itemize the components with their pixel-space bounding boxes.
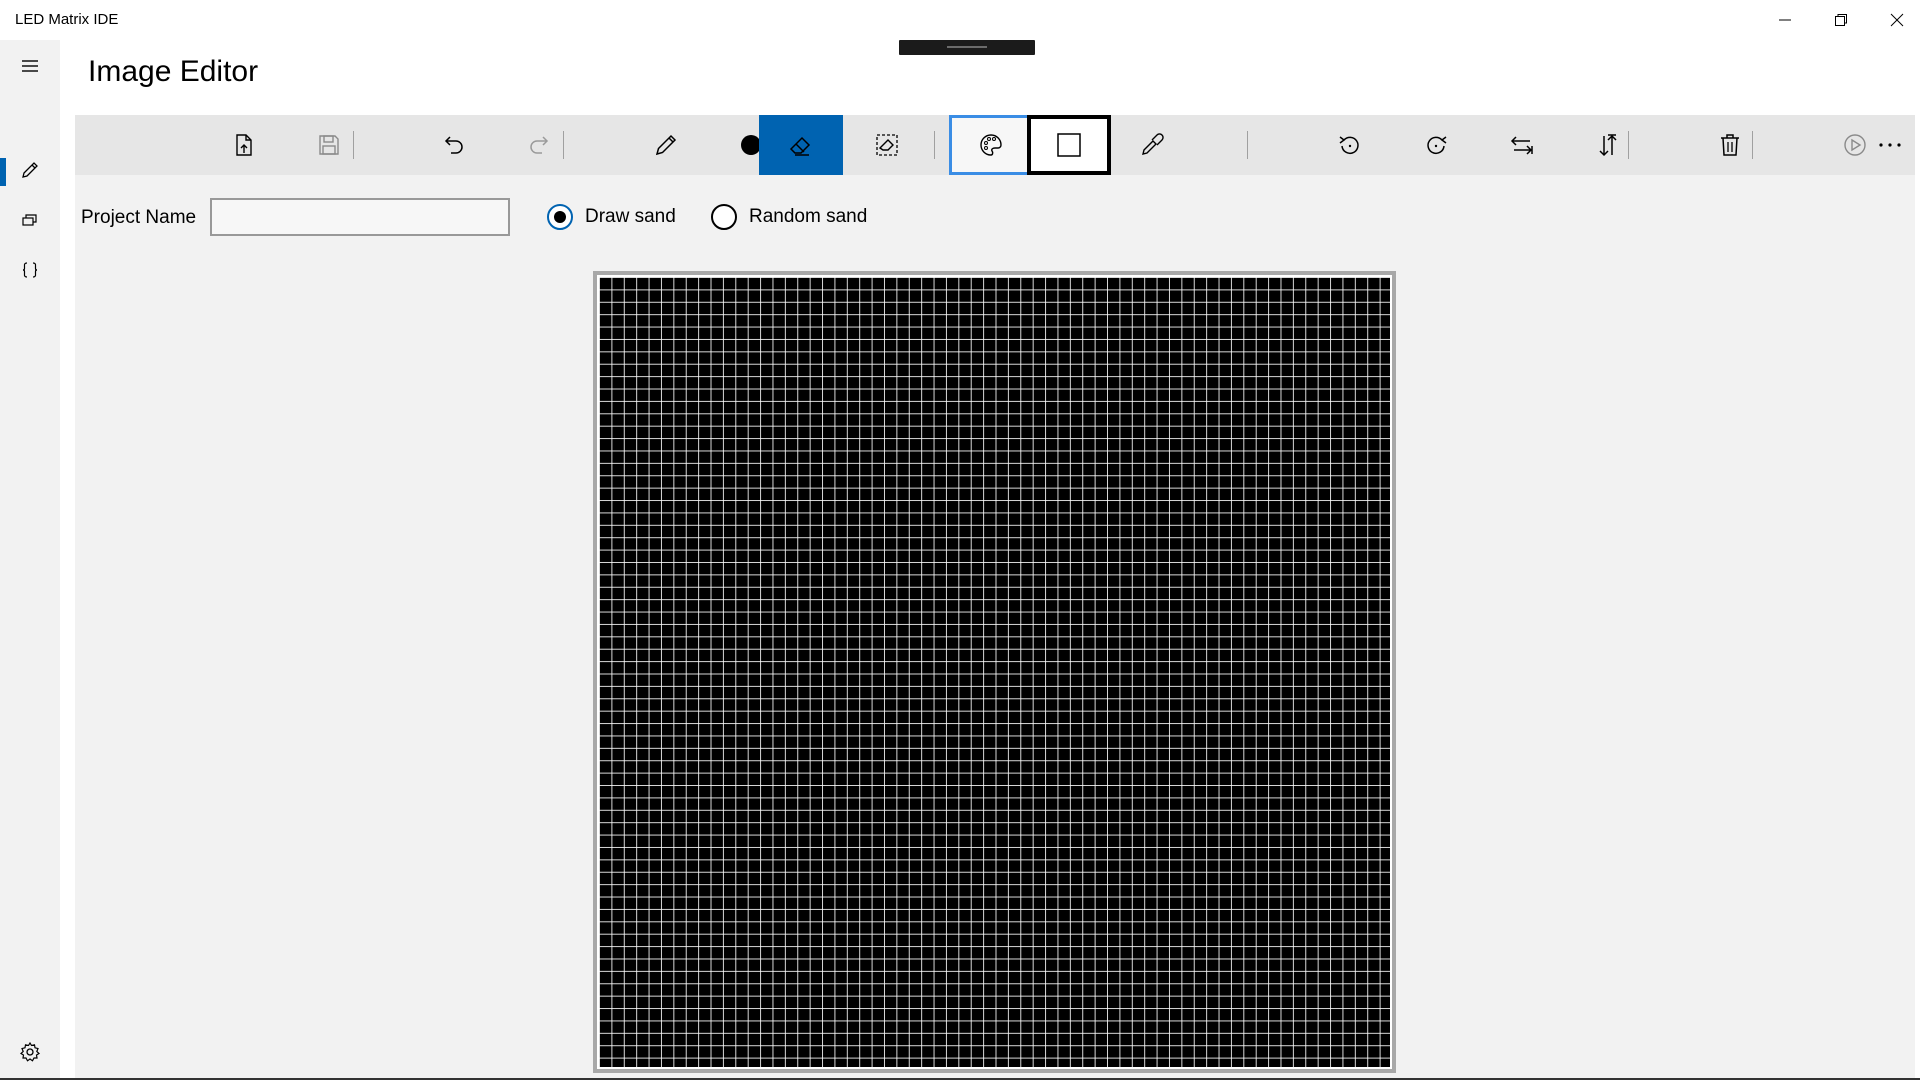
pencil-tool-button[interactable] xyxy=(624,115,708,175)
delete-button[interactable] xyxy=(1688,115,1772,175)
restore-button[interactable] xyxy=(1813,0,1869,40)
new-file-button[interactable] xyxy=(202,115,286,175)
eyedropper-icon xyxy=(1142,133,1164,155)
nav-item-code[interactable] xyxy=(0,246,60,294)
more-icon xyxy=(1879,143,1901,147)
pencil-icon xyxy=(655,134,677,156)
project-name-input[interactable] xyxy=(210,198,510,236)
layers-icon xyxy=(22,214,37,226)
restore-icon xyxy=(1835,14,1847,26)
trash-icon xyxy=(1721,134,1739,156)
nav-item-animations[interactable] xyxy=(0,196,60,244)
minimize-icon xyxy=(1779,19,1791,21)
save-button[interactable] xyxy=(287,115,371,175)
close-icon xyxy=(1890,13,1904,27)
radio-draw-sand[interactable]: Draw sand xyxy=(547,204,676,230)
hamburger-menu-button[interactable] xyxy=(0,42,60,90)
app-title: LED Matrix IDE xyxy=(15,11,119,28)
redo-icon xyxy=(530,136,549,154)
settings-button[interactable] xyxy=(15,1037,45,1067)
project-name-label: Project Name xyxy=(81,207,197,228)
clear-tool-button[interactable] xyxy=(845,115,929,175)
toolbar-separator xyxy=(1247,131,1248,159)
toolbar-separator xyxy=(1752,131,1753,159)
redo-button[interactable] xyxy=(497,115,581,175)
pencil-icon xyxy=(22,162,38,178)
eraser-icon xyxy=(789,136,811,156)
rotate-right-button[interactable] xyxy=(1394,115,1478,175)
drag-handle[interactable] xyxy=(899,40,1035,55)
radio-button-unchecked[interactable] xyxy=(711,204,737,230)
led-matrix-frame xyxy=(593,271,1396,1073)
rotate-left-icon xyxy=(1339,136,1359,155)
undo-button[interactable] xyxy=(412,115,496,175)
palette-icon xyxy=(980,134,1002,156)
flip-vertical-icon xyxy=(1599,134,1617,157)
nav-item-image-editor[interactable] xyxy=(0,146,60,194)
rotate-left-button[interactable] xyxy=(1308,115,1392,175)
toolbar-separator xyxy=(934,131,935,159)
title-bar: LED Matrix IDE xyxy=(0,0,1920,40)
flip-vertical-button[interactable] xyxy=(1566,115,1650,175)
minimize-button[interactable] xyxy=(1757,0,1813,40)
hamburger-icon xyxy=(22,60,38,72)
toolbar-separator xyxy=(1628,131,1629,159)
flip-horizontal-icon xyxy=(1510,136,1533,155)
more-button[interactable] xyxy=(1865,115,1915,175)
erase-all-icon xyxy=(876,134,898,156)
toolbar xyxy=(75,115,1915,175)
toolbar-separator xyxy=(563,131,564,159)
flip-horizontal-button[interactable] xyxy=(1480,115,1564,175)
eraser-tool-button[interactable] xyxy=(759,115,843,175)
nav-rail xyxy=(0,40,60,1080)
undo-icon xyxy=(444,136,463,154)
led-matrix-canvas[interactable] xyxy=(597,275,1392,1069)
radio-draw-sand-label: Draw sand xyxy=(585,206,676,227)
page-title: Image Editor xyxy=(88,55,259,88)
radio-button-checked[interactable] xyxy=(547,204,573,230)
palette-button[interactable] xyxy=(949,115,1033,175)
toolbar-separator xyxy=(353,131,354,159)
rotate-right-icon xyxy=(1427,136,1447,155)
eyedropper-button[interactable] xyxy=(1110,115,1194,175)
gear-icon xyxy=(19,1041,41,1062)
new-file-icon xyxy=(236,134,252,156)
save-icon xyxy=(319,135,339,155)
current-color-button[interactable] xyxy=(1027,115,1111,175)
radio-random-sand-label: Random sand xyxy=(749,206,868,227)
radio-dot xyxy=(554,211,566,223)
close-button[interactable] xyxy=(1869,0,1920,40)
radio-random-sand[interactable]: Random sand xyxy=(711,204,867,230)
braces-icon xyxy=(22,262,38,278)
color-swatch-icon xyxy=(1057,133,1081,157)
